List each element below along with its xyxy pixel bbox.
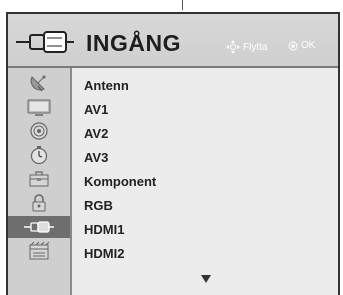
toolbox-icon	[29, 171, 49, 187]
ok-hint-label: OK	[301, 40, 316, 51]
sidebar-item-input[interactable]	[8, 216, 70, 238]
sidebar-item-audio[interactable]	[14, 120, 64, 142]
ok-button-icon	[288, 41, 298, 50]
input-list: Antenn AV1 AV2 AV3 Komponent RGB HDMI1 H…	[72, 68, 338, 295]
input-option-av2[interactable]: AV2	[84, 123, 108, 145]
sidebar-item-option[interactable]	[14, 168, 64, 190]
input-option-komponent[interactable]: Komponent	[84, 171, 156, 193]
lock-icon	[32, 194, 46, 212]
move-hint: Flytta	[226, 40, 267, 54]
satellite-dish-icon	[30, 75, 46, 92]
input-menu: INGÅNG Flytta OK Antenn AV1 AV2 AV3 Komp…	[6, 12, 340, 295]
ok-hint: OK	[288, 40, 315, 51]
move-hint-label: Flytta	[243, 41, 268, 53]
input-connector-icon	[16, 31, 74, 53]
input-option-av3[interactable]: AV3	[84, 147, 108, 169]
sidebar-item-picture[interactable]	[14, 96, 64, 118]
category-sidebar	[8, 68, 72, 295]
usb-film-icon	[29, 241, 50, 260]
clock-icon	[30, 146, 48, 165]
sidebar-item-time[interactable]	[14, 144, 64, 166]
input-option-hdmi2[interactable]: HDMI2	[84, 243, 124, 265]
input-connector-icon	[24, 221, 54, 233]
speaker-icon	[30, 122, 48, 140]
input-option-rgb[interactable]: RGB	[84, 195, 113, 217]
sidebar-item-lock[interactable]	[14, 192, 64, 214]
sidebar-item-usb[interactable]	[14, 240, 64, 262]
input-option-antenn[interactable]: Antenn	[84, 75, 129, 97]
menu-header: INGÅNG Flytta OK	[8, 14, 338, 68]
navigate-arrows-icon	[226, 40, 240, 54]
tv-screen-icon	[27, 99, 51, 116]
input-option-hdmi1[interactable]: HDMI1	[84, 219, 124, 241]
scroll-down-icon[interactable]	[201, 275, 211, 283]
callout-line	[182, 0, 183, 10]
sidebar-item-channel[interactable]	[14, 72, 64, 94]
menu-title: INGÅNG	[86, 30, 181, 56]
input-option-av1[interactable]: AV1	[84, 99, 108, 121]
